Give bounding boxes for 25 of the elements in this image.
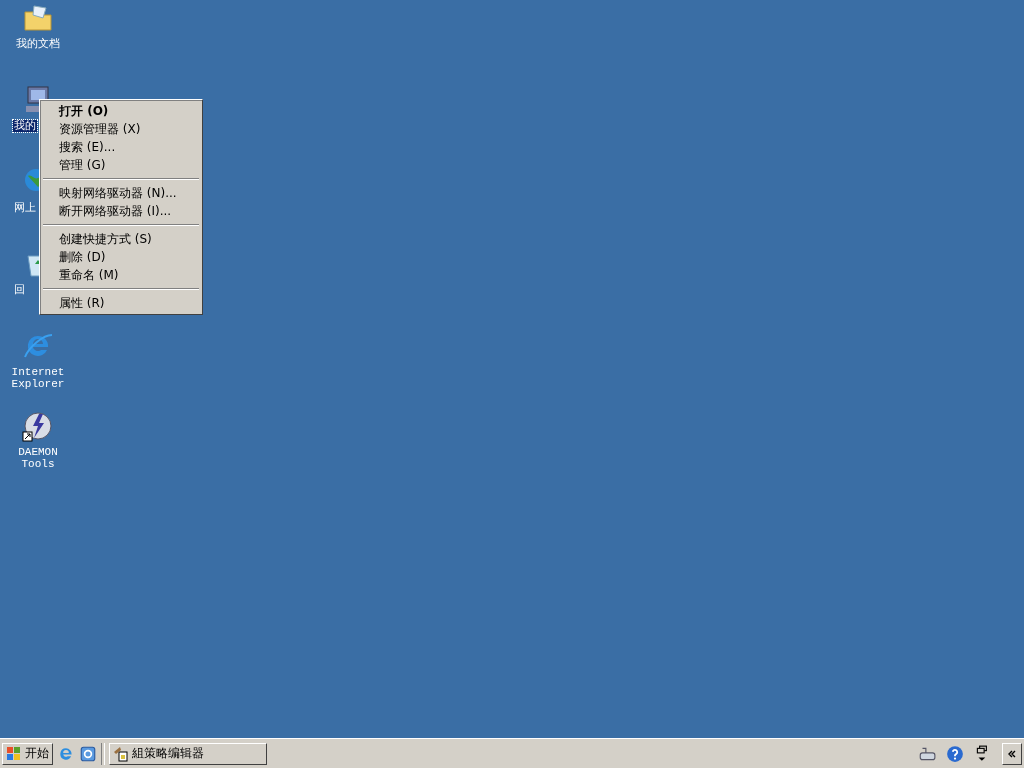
menu-item[interactable]: 管理 (G) — [42, 156, 200, 174]
menu-item[interactable]: 创建快捷方式 (S) — [42, 230, 200, 248]
icon-label: 我的文档 — [15, 38, 61, 50]
task-button[interactable]: 組策略编辑器 — [109, 742, 267, 765]
menu-item[interactable]: 重命名 (M) — [42, 266, 200, 284]
icon-label: Internet Explorer — [10, 366, 66, 390]
icon-label: DAEMON Tools — [17, 446, 59, 470]
menu-item[interactable]: 资源管理器 (X) — [42, 120, 200, 138]
menu-item[interactable]: 断开网络驱动器 (I)... — [42, 202, 200, 220]
icon-label: 回 — [13, 284, 26, 296]
start-button[interactable]: 开始 — [2, 742, 53, 765]
menu-item[interactable]: 删除 (D) — [42, 248, 200, 266]
icon-label: 我的 — [13, 120, 37, 132]
folder-icon[interactable] — [22, 2, 54, 34]
icon-label: 网上 — [13, 202, 37, 214]
menu-item[interactable]: 映射网络驱动器 (N)... — [42, 184, 200, 202]
disc-icon[interactable] — [22, 410, 54, 442]
menu-item[interactable]: 属性 (R) — [42, 294, 200, 312]
help-icon[interactable] — [946, 744, 964, 763]
menu-item[interactable]: 搜索 (E)... — [42, 138, 200, 156]
menu-item[interactable]: 打开 (O) — [42, 102, 200, 120]
policy-icon — [113, 745, 129, 762]
windows-flag-icon — [6, 745, 22, 762]
expand-button[interactable] — [1002, 742, 1022, 765]
chevron-icon — [1007, 748, 1017, 759]
